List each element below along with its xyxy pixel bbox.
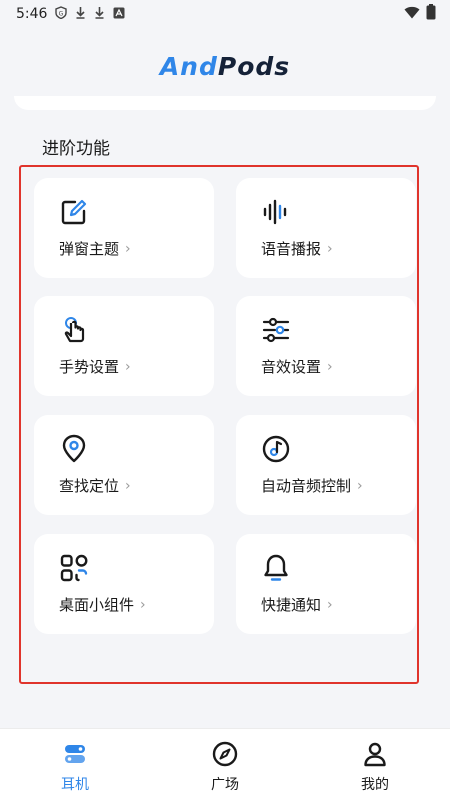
card-label: 快捷通知 [261,596,322,614]
nav-tab-earbuds[interactable]: 耳机 [35,739,115,795]
app-notification-icon [113,7,125,22]
person-icon [335,741,415,771]
earbuds-icon [35,741,115,771]
card-label: 手势设置 [59,358,120,376]
feature-card-popup-theme[interactable]: 弹窗主题 › [34,178,214,278]
card-label: 语音播报 [261,240,322,258]
equalizer-sliders-icon [261,315,291,345]
shield-status-icon: G [55,6,68,22]
chevron-right-icon: › [327,596,333,613]
battery-icon [426,4,436,24]
status-bar: 5:46 G [0,0,450,28]
wifi-icon [404,6,420,23]
card-label: 音效设置 [261,358,322,376]
feature-card-desktop-widgets[interactable]: 桌面小组件 › [34,534,214,634]
status-time: 5:46 [16,6,48,22]
feature-card-sound-effects[interactable]: 音效设置 › [236,296,416,396]
feature-card-auto-audio-control[interactable]: 自动音频控制 › [236,415,416,515]
bottom-nav: 耳机 广场 我的 [0,728,450,800]
voice-wave-icon [261,197,291,227]
feature-card-find-location[interactable]: 查找定位 › [34,415,214,515]
nav-tab-square[interactable]: 广场 [185,739,265,795]
download-status-icon [75,6,86,22]
music-disc-icon [261,434,291,464]
card-label: 自动音频控制 [261,477,352,495]
chevron-right-icon: › [357,477,363,494]
bell-icon [261,553,291,583]
chevron-right-icon: › [125,358,131,375]
download-status-icon [94,6,105,22]
location-pin-icon [59,434,89,464]
app-logo: AndPods [0,52,450,81]
card-label: 查找定位 [59,477,120,495]
gesture-hand-icon [59,315,89,345]
nav-label: 广场 [211,777,239,793]
chevron-right-icon: › [125,240,131,257]
chevron-right-icon: › [140,596,146,613]
edit-icon [59,197,89,227]
svg-text:G: G [59,11,64,18]
chevron-right-icon: › [125,477,131,494]
feature-card-gesture-settings[interactable]: 手势设置 › [34,296,214,396]
compass-icon [185,741,265,771]
nav-label: 我的 [361,777,389,793]
top-card-edge [14,96,436,110]
nav-label: 耳机 [61,777,89,793]
widgets-icon [59,553,89,583]
card-label: 弹窗主题 [59,240,120,258]
section-title: 进阶功能 [42,139,110,159]
chevron-right-icon: › [327,358,333,375]
feature-card-quick-notification[interactable]: 快捷通知 › [236,534,416,634]
logo-text-and: And [159,52,218,81]
feature-card-voice-broadcast[interactable]: 语音播报 › [236,178,416,278]
logo-text-pods: Pods [217,52,291,81]
nav-tab-profile[interactable]: 我的 [335,739,415,795]
chevron-right-icon: › [327,240,333,257]
card-label: 桌面小组件 [59,596,135,614]
